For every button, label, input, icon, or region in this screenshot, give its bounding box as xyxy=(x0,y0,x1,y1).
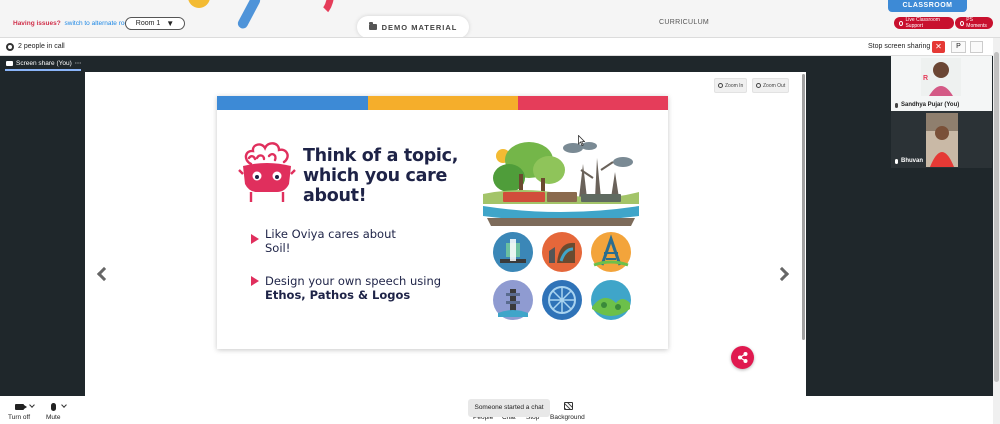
more-options-icon[interactable]: ⋯ xyxy=(75,59,82,67)
background-button[interactable]: Background xyxy=(550,414,585,421)
scrollbar-thumb[interactable] xyxy=(994,52,999,382)
tower-icon xyxy=(591,232,631,272)
background-icon[interactable] xyxy=(564,402,573,410)
ps-moments-button[interactable]: PS Moments xyxy=(955,17,993,29)
bullet-arrow-icon xyxy=(251,234,259,244)
zoom-out-button[interactable]: Zoom Out xyxy=(752,78,790,93)
decorative-shape xyxy=(188,0,210,8)
previous-slide-arrow[interactable] xyxy=(96,266,112,282)
monitor-icon xyxy=(6,60,13,66)
live-support-button[interactable]: Live Classroom Support xyxy=(894,17,954,29)
chevron-down-icon[interactable] xyxy=(29,402,35,408)
window-scrollbar[interactable] xyxy=(993,38,1000,424)
call-info-bar: 2 people in call Stop screen sharing ✕ P xyxy=(0,38,995,56)
stop-sharing-label[interactable]: Stop screen sharing xyxy=(868,43,930,50)
room-select-value: Room 1 xyxy=(135,20,161,27)
mute-label: Mute xyxy=(46,414,61,421)
bullet-2-line1: Design your own speech using xyxy=(265,274,442,288)
lighthouse-icon xyxy=(493,280,533,320)
landscape-illustration xyxy=(483,142,639,226)
viewer-scrollbar[interactable] xyxy=(802,74,805,340)
next-slide-arrow[interactable] xyxy=(774,266,790,282)
chevron-down-icon[interactable] xyxy=(61,402,67,408)
participant-video xyxy=(926,113,958,167)
camera-icon xyxy=(15,404,27,410)
zoom-out-icon xyxy=(756,83,761,88)
slide: Think of a topic, which you care about! … xyxy=(217,96,668,349)
mic-icon xyxy=(51,403,56,411)
turn-off-label: Turn off xyxy=(8,414,31,421)
slide-band-blue xyxy=(217,96,368,110)
mouse-cursor-icon xyxy=(578,135,585,146)
participant-name-label: Sandhya Pujar (You) xyxy=(895,102,959,108)
tab-demo-material[interactable]: DEMO MATERIAL xyxy=(357,16,469,37)
zoom-in-icon xyxy=(718,83,723,88)
mic-icon xyxy=(895,158,898,164)
tab-underline xyxy=(5,69,81,71)
slide-band-red xyxy=(518,96,668,110)
globe-network-icon xyxy=(542,280,582,320)
presentation-viewer: Zoom In Zoom Out Think of a topic, which… xyxy=(85,72,806,397)
stop-sharing-button[interactable]: ✕ xyxy=(932,41,945,53)
zoom-out-label: Zoom Out xyxy=(763,82,786,89)
options-button[interactable] xyxy=(970,41,983,53)
switch-room-link[interactable]: switch to alternate room xyxy=(65,20,134,27)
factory-icon xyxy=(542,232,582,272)
brain-mascot-icon xyxy=(238,142,296,202)
people-count: 2 people in call xyxy=(18,43,65,50)
tab-curriculum[interactable]: CURRICULUM xyxy=(659,19,709,26)
share-icon xyxy=(738,352,748,363)
tab-demo-material-label: DEMO MATERIAL xyxy=(381,22,458,32)
participant-tile[interactable]: R Sandhya Pujar (You) xyxy=(891,56,992,111)
gear-icon[interactable] xyxy=(6,43,14,51)
moments-icon xyxy=(960,20,965,26)
chat-toast[interactable]: Someone started a chat xyxy=(468,399,550,417)
meeting-window: 2 people in call Stop screen sharing ✕ P… xyxy=(0,38,1000,424)
caret-down-icon: ▼ xyxy=(166,19,175,28)
live-support-label: Live Classroom Support xyxy=(905,17,940,29)
bullet-arrow-icon xyxy=(251,276,259,286)
zoom-in-label: Zoom In xyxy=(725,82,744,89)
environment-icon xyxy=(493,232,533,272)
screen-share-tab[interactable]: Screen share (You) ⋯ xyxy=(6,59,81,67)
classroom-badge: CLASSROOM xyxy=(888,0,967,12)
folder-icon xyxy=(368,22,377,30)
participant-name: Sandhya Pujar (You) xyxy=(901,102,960,108)
slide-band-yellow xyxy=(368,96,518,110)
screen-share-label: Screen share (You) xyxy=(16,59,72,67)
participant-tile[interactable]: Bhuvan xyxy=(891,111,992,168)
share-button[interactable] xyxy=(731,346,754,369)
mic-icon xyxy=(895,102,898,108)
svg-text:R: R xyxy=(923,75,928,82)
decorative-shape xyxy=(300,0,334,18)
bullet-2-line2: Ethos, Pathos & Logos xyxy=(265,288,411,302)
ps-moments-label: PS Moments xyxy=(966,17,987,29)
participant-name-label: Bhuvan xyxy=(895,158,923,164)
zoom-in-button[interactable]: Zoom In xyxy=(714,78,748,93)
bullet-1-text: Like Oviya cares about Soil! xyxy=(265,227,396,255)
slide-title: Think of a topic, which you care about! xyxy=(303,146,459,206)
support-icon xyxy=(899,20,904,26)
app-header: Having issues? switch to alternate room … xyxy=(0,0,1000,38)
room-select[interactable]: Room 1 ▼ xyxy=(125,17,185,30)
decorative-shape xyxy=(236,0,262,31)
issues-text: Having issues? xyxy=(13,20,61,27)
issues-notice: Having issues? switch to alternate room xyxy=(13,20,134,27)
participant-name: Bhuvan xyxy=(901,158,924,164)
present-button[interactable]: P xyxy=(951,41,966,53)
participant-video: R xyxy=(921,58,961,96)
hills-icon xyxy=(591,280,631,320)
